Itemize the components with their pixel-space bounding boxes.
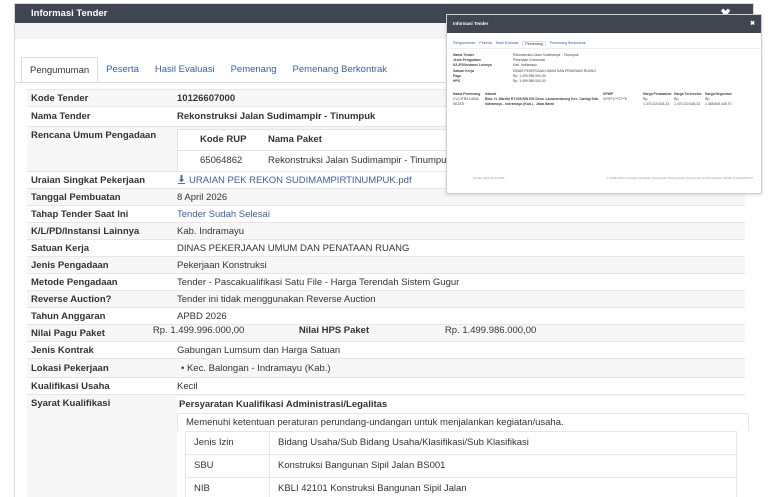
- row-pagu: Nilai Pagu Paket Rp. 1.499.996.000,00 Ni…: [27, 324, 745, 341]
- field-label: Satuan Kerja: [31, 243, 90, 254]
- izin-key: NIB: [186, 478, 270, 497]
- row-satker: Satuan Kerja DINAS PEKERJAAN UMUM DAN PE…: [27, 239, 745, 256]
- row-tahap: Tahap Tender Saat Ini Tender Sudah Seles…: [27, 205, 745, 222]
- row-kontrak: Jenis Kontrak Gabungan Lumsum dan Harga …: [27, 341, 745, 358]
- mini-title: Informasi Tender ✖: [447, 15, 761, 33]
- tahun-value: APBD 2026: [177, 311, 227, 322]
- field-label: Rencana Umum Pengadaan: [31, 130, 157, 141]
- download-icon: [177, 175, 186, 184]
- row-reverse: Reverse Auction? Tender ini tidak menggu…: [27, 290, 745, 307]
- syarat-panel: Persyaratan Kualifikasi Administrasi/Leg…: [177, 396, 749, 497]
- col-kode-rup: Kode RUP: [200, 134, 247, 145]
- syarat-title: Persyaratan Kualifikasi Administrasi/Leg…: [179, 399, 388, 410]
- jenis-value: Pekerjaan Konstruksi: [177, 260, 267, 271]
- tab-pengumuman[interactable]: Pengumuman: [21, 57, 99, 83]
- table-row: SBU Konstruksi Bangunan Sipil Jalan BS00…: [186, 454, 736, 477]
- row-tahun: Tahun Anggaran APBD 2026: [27, 307, 745, 324]
- mini-details: Nama Tender Rekonstruksi Jalan Sudimampir…: [453, 53, 596, 84]
- izin-value: KBLI 42101 Konstruksi Bangunan Sipil Jal…: [278, 483, 467, 494]
- pagu-value: Rp. 1.499.996.000,00: [152, 325, 245, 336]
- tab-bar: Pengumuman Peserta Hasil Evaluasi Pemena…: [15, 57, 395, 83]
- mini-tabs: Pengumuman Peserta Hasil Evaluasi Pemena…: [447, 33, 761, 49]
- table-row: Jenis Izin Bidang Usaha/Sub Bidang Usaha…: [186, 432, 736, 454]
- field-label: Kode Tender: [31, 93, 89, 104]
- izin-key: SBU: [186, 455, 270, 477]
- rup-header: Kode RUP Nama Paket: [178, 130, 452, 151]
- field-label: Reverse Auction?: [31, 294, 112, 305]
- mini-close-icon: ✖: [749, 21, 755, 27]
- col-nama-paket: Nama Paket: [268, 134, 322, 145]
- mini-winner-table: Nama Pemenang Alamat NPWP Harga Penawaran Ha…: [453, 92, 732, 106]
- lokasi-item: • Kec. Balongan - Indramayu (Kab.): [181, 363, 331, 374]
- uraian-filename: URAIAN PEK REKON SUDIMAMPIRTINUMPUK.pdf: [189, 175, 412, 186]
- table-row: NIB KBLI 42101 Konstruksi Bangunan Sipil…: [186, 477, 736, 497]
- klpd-value: Kab. Indramayu: [177, 226, 245, 237]
- izin-value: Bidang Usaha/Sub Bidang Usaha/Klasifikas…: [278, 437, 529, 448]
- mini-tab-active: Pemenang: [522, 41, 546, 46]
- izin-key: Jenis Izin: [186, 432, 270, 454]
- field-label: Jenis Kontrak: [31, 345, 94, 356]
- field-label: Tanggal Pembuatan: [31, 192, 121, 203]
- kontrak-value: Gabungan Lumsum dan Harga Satuan: [177, 345, 341, 356]
- row-klpd: K/L/PD/Instansi Lainnya Kab. Indramayu: [27, 222, 745, 239]
- rup-kode: 65064862: [200, 155, 243, 166]
- field-label: Nilai Pagu Paket: [31, 328, 105, 339]
- rup-nama: Rekonstruksi Jalan Sudimampir - Tinumpuk: [268, 155, 452, 166]
- rup-row: 65064862 Rekonstruksi Jalan Sudimampir -…: [178, 151, 452, 171]
- row-lokasi: Lokasi Pekerjaan • Kec. Balongan - Indra…: [27, 358, 745, 377]
- mini-footer: 26 Mei 2026 21:30 WIB © 2009-2026 Lembag…: [473, 176, 753, 180]
- satker-value: DINAS PEKERJAAN UMUM DAN PENATAAN RUANG: [177, 243, 410, 254]
- field-label: Tahap Tender Saat Ini: [31, 209, 129, 220]
- field-label: Nama Tender: [31, 111, 91, 122]
- row-metode: Metode Pengadaan Tender - Pascakualifika…: [27, 273, 745, 290]
- metode-value: Tender - Pascakualifikasi Satu File - Ha…: [177, 277, 460, 288]
- field-label: Metode Pengadaan: [31, 277, 118, 288]
- field-label: K/L/PD/Instansi Lainnya: [31, 226, 140, 237]
- field-label: Lokasi Pekerjaan: [31, 363, 109, 374]
- field-label: Syarat Kualifikasi: [31, 398, 111, 409]
- hps-label: Nilai HPS Paket: [298, 325, 370, 336]
- hps-value: Rp. 1.499.986.000,00: [444, 325, 537, 336]
- rup-table: Kode RUP Nama Paket 65064862 Rekonstruks…: [177, 129, 453, 172]
- mini-tab: Hasil Evaluasi: [495, 41, 519, 45]
- tab-pemenang[interactable]: Pemenang: [223, 57, 285, 83]
- winner-preview-screenshot: Informasi Tender ✖ Pengumuman Peserta Has…: [446, 14, 762, 194]
- field-label: Jenis Pengadaan: [31, 260, 109, 271]
- syarat-subtitle: Memenuhi ketentuan peraturan perundang-u…: [177, 413, 749, 431]
- tab-pemenang-berkontrak[interactable]: Pemenang Berkontrak: [285, 57, 396, 83]
- izin-table: Jenis Izin Bidang Usaha/Sub Bidang Usaha…: [185, 431, 737, 497]
- kualifikasi-value: Kecil: [177, 381, 198, 392]
- tab-hasil-evaluasi[interactable]: Hasil Evaluasi: [147, 57, 223, 83]
- field-label: Tahun Anggaran: [31, 311, 106, 322]
- mini-tab: Pengumuman: [453, 41, 476, 45]
- field-label: Kualifikasi Usaha: [31, 381, 110, 392]
- tab-peserta[interactable]: Peserta: [98, 57, 147, 83]
- mini-tab: Peserta: [479, 41, 492, 45]
- row-jenis: Jenis Pengadaan Pekerjaan Konstruksi: [27, 256, 745, 273]
- mini-tab: Pemenang Berkontrak: [549, 41, 586, 45]
- lokasi-value: Kec. Balongan - Indramayu (Kab.): [186, 363, 331, 374]
- field-label: Uraian Singkat Pekerjaan: [31, 175, 146, 186]
- reverse-value: Tender ini tidak menggunakan Reverse Auc…: [177, 294, 376, 305]
- tahap-link[interactable]: Tender Sudah Selesai: [173, 206, 745, 222]
- izin-value: Konstruksi Bangunan Sipil Jalan BS001: [278, 460, 446, 471]
- row-kualifikasi: Kualifikasi Usaha Kecil: [27, 377, 745, 394]
